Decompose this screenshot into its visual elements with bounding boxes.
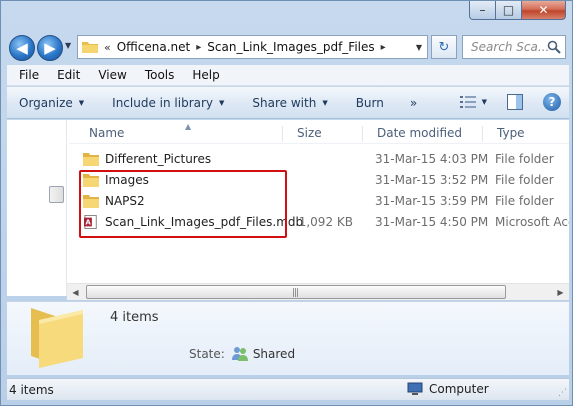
file-type: Microsoft Acc [495,215,569,229]
menu-tools[interactable]: Tools [137,68,185,82]
command-bar-right: ▼ ? [459,87,569,117]
navigation-pane[interactable] [7,120,67,296]
address-bar[interactable]: « Officena.net ▸ Scan_Link_Images_pdf_Fi… [77,35,428,59]
status-location-label: Computer [429,382,489,396]
status-location: Computer [407,382,489,396]
details-state: State: Shared [189,346,295,362]
command-bar: Organize ▼ Include in library ▼ Share wi… [7,87,569,119]
help-icon[interactable]: ? [543,93,561,111]
details-item-count: 4 items [110,310,159,325]
address-dropdown-icon[interactable]: ▼ [411,36,427,58]
include-in-library-button[interactable]: Include in library ▼ [112,96,224,110]
file-date-modified: 31-Mar-15 3:52 PM [375,173,489,187]
column-header-name[interactable]: Name ▲ [75,122,283,142]
recent-pages-dropdown[interactable]: ▼ [65,41,71,50]
column-name-label: Name [89,126,125,140]
state-label: State: [189,347,225,361]
chevron-down-icon: ▼ [219,98,225,107]
folder-icon [31,308,83,368]
chevron-down-icon: ▼ [322,98,328,107]
column-headers: Name ▲ Size Date modified Type [69,120,569,144]
column-date-label: Date modified [377,126,463,140]
minimize-button[interactable]: – [469,1,496,20]
file-date-modified: 31-Mar-15 4:03 PM [375,152,489,166]
scroll-grip-icon: ||| [292,288,299,298]
file-date-modified: 31-Mar-15 4:50 PM [375,215,489,229]
file-name: Different_Pictures [105,152,212,166]
menu-bar: File Edit View Tools Help [7,65,569,86]
back-button[interactable]: ◀ [9,35,35,61]
change-view-icon[interactable] [459,95,476,109]
share-with-button[interactable]: Share with ▼ [252,96,327,110]
navigation-row: ◀ ▶ ▼ « Officena.net ▸ Scan_Link_Images_… [1,31,572,63]
state-value: Shared [252,347,296,361]
forward-button[interactable]: ▶ [37,35,63,61]
scroll-left-icon[interactable]: ◀ [67,284,84,300]
sort-ascending-icon: ▲ [185,122,192,131]
address-separator-icon[interactable]: ▸ [196,42,201,53]
preview-pane-icon[interactable] [507,94,523,110]
title-bar: – □ ✕ [1,1,572,29]
file-type: File folder [495,173,554,187]
menu-view[interactable]: View [90,68,136,82]
search-icon[interactable] [547,40,561,54]
file-type: File folder [495,194,554,208]
caption-buttons: – □ ✕ [469,1,566,20]
search-placeholder: Search Sca... [471,40,550,54]
folder-icon [83,153,99,166]
column-header-date-modified[interactable]: Date modified [363,126,483,142]
refresh-button[interactable]: ↻ [431,35,457,59]
column-type-label: Type [497,126,525,140]
include-in-library-label: Include in library [112,95,214,110]
maximize-button[interactable]: □ [496,1,522,20]
share-with-label: Share with [252,95,317,110]
file-size: 1,092 KB [298,215,353,229]
shared-users-icon [231,347,248,361]
address-segment-current-folder[interactable]: Scan_Link_Images_pdf_Files [207,40,374,54]
menu-file[interactable]: File [7,68,49,82]
view-options-dropdown[interactable]: ▼ [482,98,487,106]
organize-button[interactable]: Organize ▼ [19,96,84,110]
file-type: File folder [495,152,554,166]
close-button[interactable]: ✕ [522,1,566,20]
column-header-size[interactable]: Size [283,126,363,142]
red-highlight-annotation [79,170,287,238]
column-size-label: Size [297,126,322,140]
chevron-down-icon: ▼ [78,98,85,107]
table-row[interactable]: Different_Pictures 31-Mar-15 4:03 PM Fil… [69,150,569,170]
menu-help[interactable]: Help [184,68,229,82]
address-separator-icon[interactable]: ▸ [381,42,386,53]
file-name-cell: Different_Pictures [83,152,211,166]
column-header-type[interactable]: Type [483,126,569,142]
burn-label: Burn [355,95,384,110]
scroll-right-icon[interactable]: ▶ [552,284,569,300]
file-date-modified: 31-Mar-15 3:59 PM [375,194,489,208]
refresh-icon: ↻ [438,39,450,55]
status-item-count: 4 items [9,383,54,397]
address-overflow-chevron[interactable]: « [104,41,111,54]
burn-button[interactable]: Burn [356,96,384,110]
computer-icon [407,382,423,395]
horizontal-scroll-thumb[interactable]: ||| [86,285,506,299]
resize-grip-icon[interactable]: ⋰ [558,388,567,398]
navigation-pane-scroll-thumb[interactable] [49,186,64,203]
more-commands-button[interactable]: » [410,96,417,110]
folder-icon [82,42,98,53]
details-pane: 4 items State: Shared [7,301,569,375]
more-chevron-icon: » [409,95,418,110]
menu-edit[interactable]: Edit [49,68,90,82]
organize-label: Organize [19,95,73,110]
explorer-window: – □ ✕ ◀ ▶ ▼ « Officena.net ▸ Scan_Link_I… [0,0,573,406]
address-segment-officena[interactable]: Officena.net [117,40,191,54]
search-input[interactable]: Search Sca... [462,35,566,59]
horizontal-scrollbar[interactable]: ◀ ||| ▶ [67,283,569,300]
status-bar: 4 items Computer ⋰ [7,378,569,400]
